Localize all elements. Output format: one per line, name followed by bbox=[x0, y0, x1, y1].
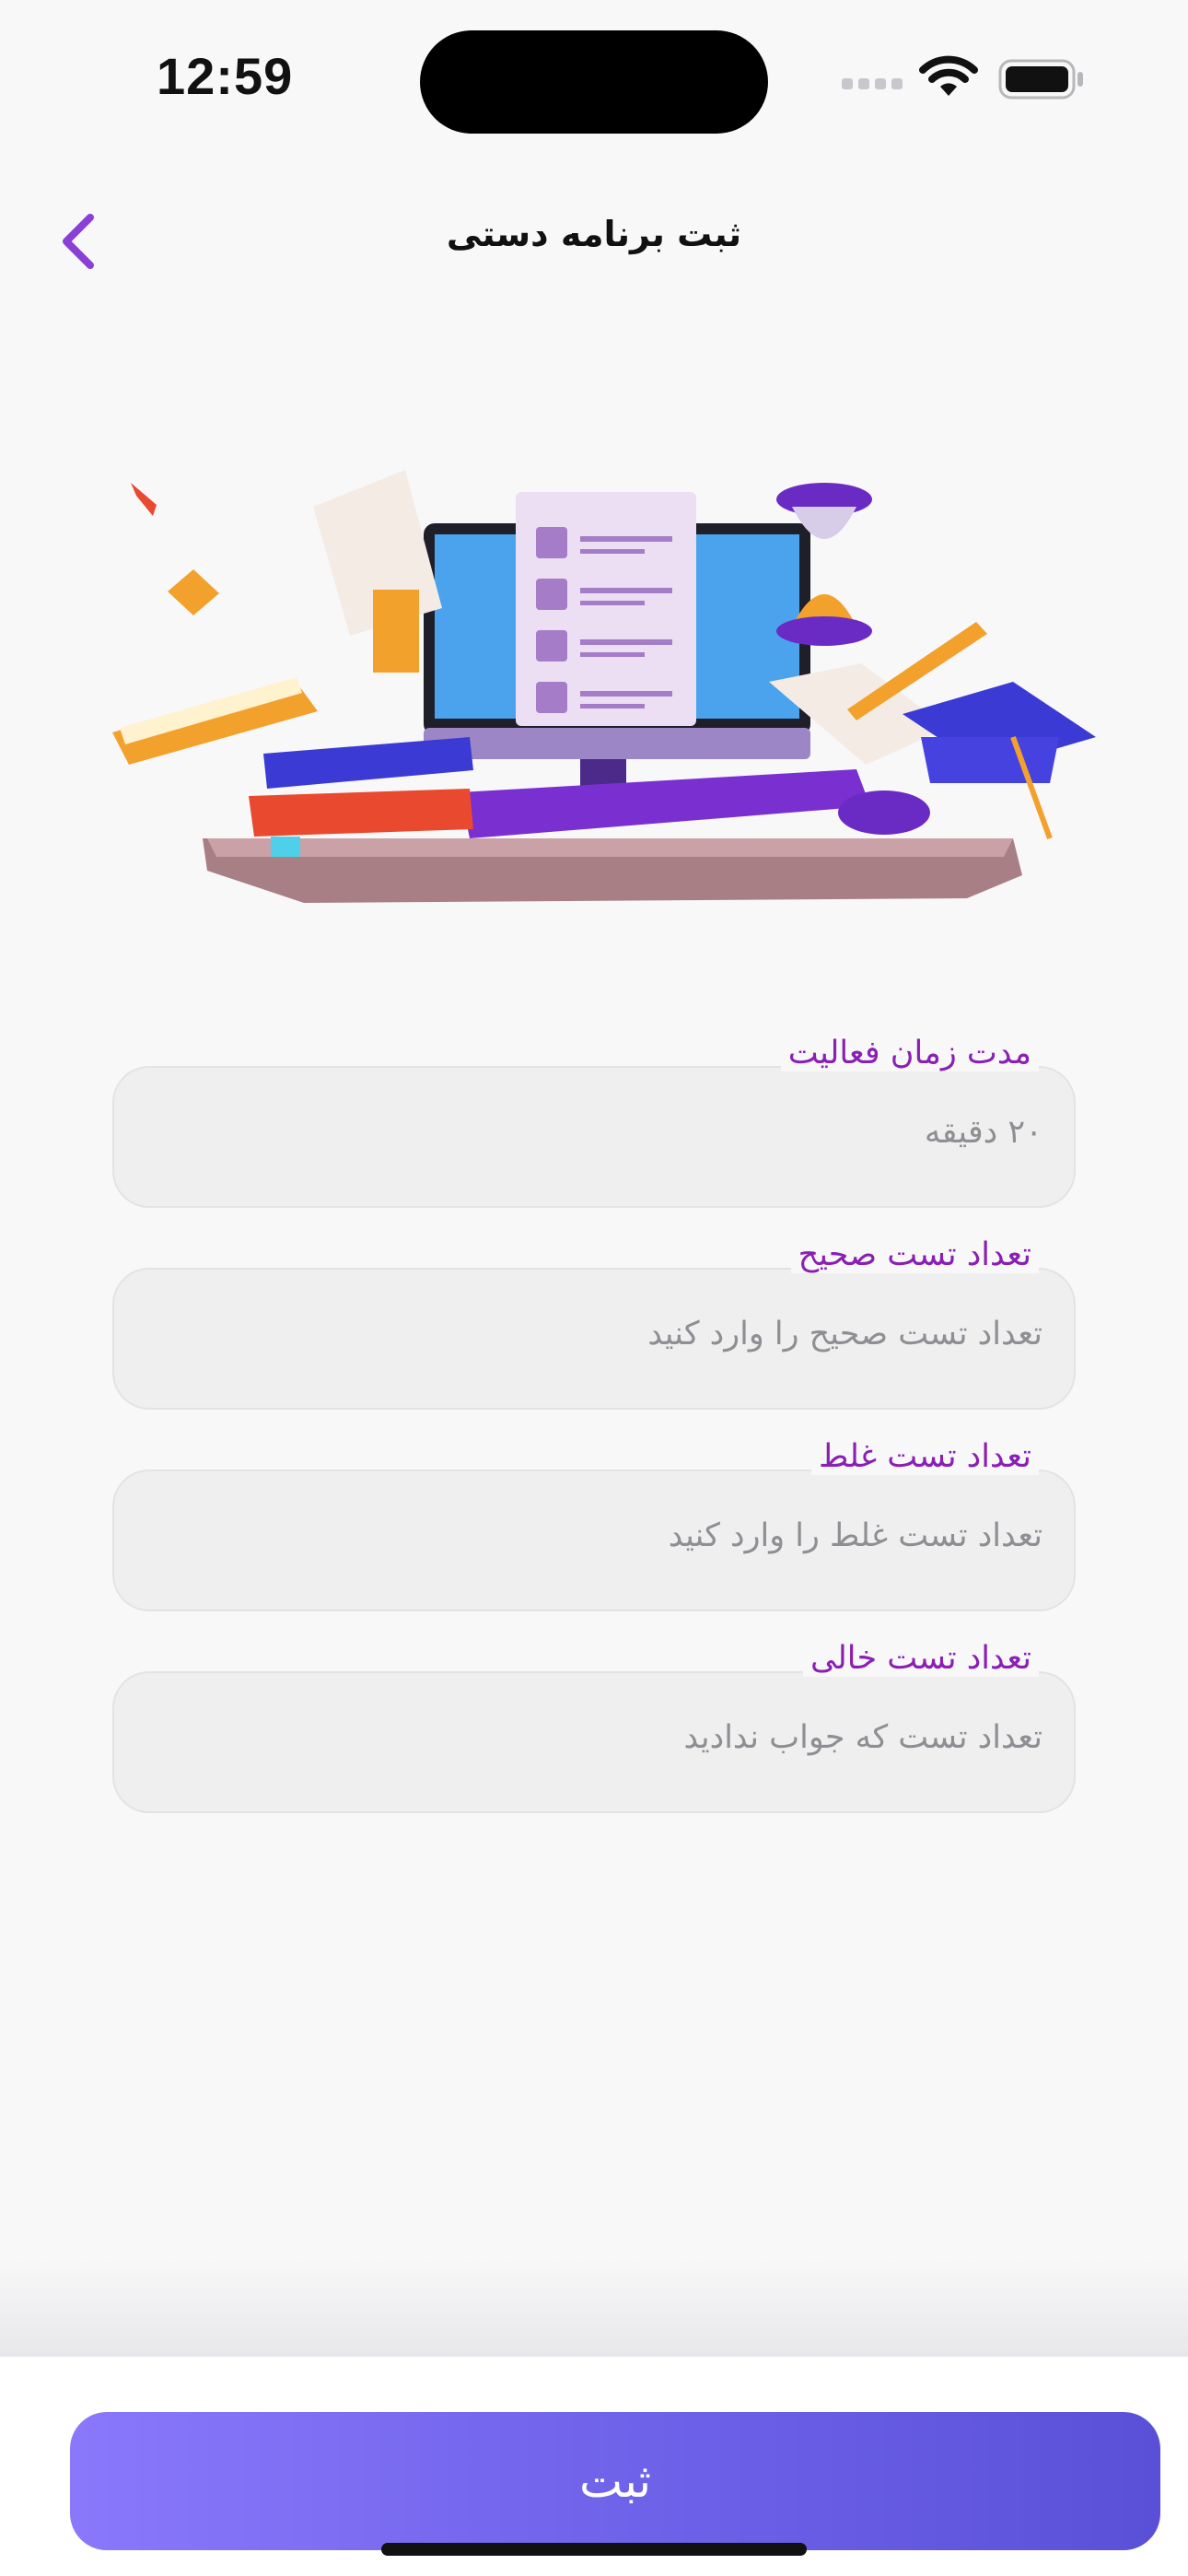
wrong-tests-field[interactable]: تعداد تست غلط را وارد کنید تعداد تست غلط bbox=[112, 1438, 1076, 1611]
battery-icon bbox=[998, 59, 1083, 100]
page-title: ثبت برنامه دستی bbox=[446, 214, 742, 254]
activity-duration-field[interactable]: ۲۰ دقیقه مدت زمان فعالیت bbox=[112, 1035, 1076, 1208]
wifi-icon bbox=[919, 55, 978, 96]
correct-tests-label: تعداد تست صحیح bbox=[790, 1236, 1039, 1273]
correct-tests-placeholder: تعداد تست صحیح را وارد کنید bbox=[647, 1316, 1042, 1352]
activity-duration-label: مدت زمان فعالیت bbox=[780, 1035, 1039, 1071]
status-time: 12:59 bbox=[157, 47, 294, 105]
submit-button-label: ثبت bbox=[578, 2454, 652, 2508]
wrong-tests-placeholder: تعداد تست غلط را وارد کنید bbox=[668, 1517, 1042, 1554]
correct-tests-field[interactable]: تعداد تست صحیح را وارد کنید تعداد تست صح… bbox=[112, 1236, 1076, 1410]
activity-duration-value: ۲۰ دقیقه bbox=[924, 1114, 1042, 1151]
cellular-signal-icon bbox=[842, 76, 908, 93]
bottom-fade bbox=[0, 2257, 1188, 2357]
home-indicator bbox=[381, 2543, 807, 2556]
dynamic-island bbox=[420, 30, 768, 134]
wrong-tests-label: تعداد تست غلط bbox=[810, 1438, 1039, 1475]
study-desk-illustration bbox=[112, 470, 1096, 903]
submit-button[interactable]: ثبت bbox=[70, 2412, 1160, 2550]
blank-tests-label: تعداد تست خالی bbox=[802, 1640, 1039, 1677]
status-bar: 12:59 bbox=[0, 0, 1188, 147]
blank-tests-field[interactable]: تعداد تست که جواب ندادید تعداد تست خالی bbox=[112, 1640, 1076, 1813]
navigation-bar: ثبت برنامه دستی bbox=[0, 184, 1188, 295]
blank-tests-placeholder: تعداد تست که جواب ندادید bbox=[683, 1719, 1043, 1756]
